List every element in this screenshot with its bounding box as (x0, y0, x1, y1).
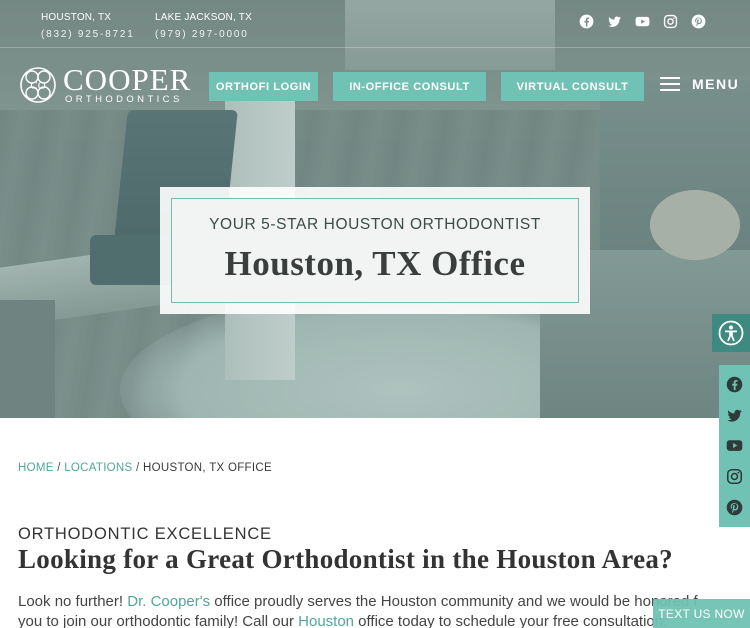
hero-title-card: YOUR 5-STAR HOUSTON ORTHODONTIST Houston… (160, 187, 590, 314)
logo-emblem-icon: CO (20, 67, 56, 103)
cooper-logo[interactable]: CO COOPER ORTHODONTICS (18, 62, 192, 108)
dr-cooper-link[interactable]: Dr. Cooper's (127, 593, 210, 610)
instagram-icon[interactable] (663, 14, 678, 29)
in-office-consult-button[interactable]: IN-OFFICE CONSULT (333, 72, 486, 101)
instagram-icon[interactable] (726, 468, 743, 485)
intro-line-2: you to join our orthodontic family! Call… (18, 612, 738, 628)
breadcrumb-home-link[interactable]: HOME (18, 462, 54, 474)
twitter-icon[interactable] (607, 14, 622, 29)
hamburger-icon (660, 76, 680, 92)
breadcrumb-locations-link[interactable]: LOCATIONS (64, 462, 132, 474)
breadcrumb-separator: / (136, 462, 140, 474)
breadcrumb: HOME / LOCATIONS / HOUSTON, TX OFFICE (18, 462, 272, 474)
accessibility-button[interactable] (712, 314, 750, 352)
location-phone[interactable]: (979) 297-0000 (155, 29, 252, 40)
pinterest-icon[interactable] (726, 499, 743, 516)
youtube-icon[interactable] (635, 14, 650, 29)
pinterest-icon[interactable] (691, 14, 706, 29)
intro-text: office proudly serves the Houston commun… (210, 593, 698, 610)
top-bar: HOUSTON, TX (832) 925-8721 LAKE JACKSON,… (0, 0, 750, 48)
breadcrumb-separator: / (57, 462, 61, 474)
menu-button[interactable]: MENU (660, 76, 739, 92)
intro-text: Look no further! (18, 593, 128, 610)
location-houston[interactable]: HOUSTON, TX (832) 925-8721 (41, 12, 135, 40)
section-eyebrow: ORTHODONTIC EXCELLENCE (18, 525, 272, 543)
text-us-now-button[interactable]: TEXT US NOW (653, 599, 750, 628)
virtual-consult-button[interactable]: VIRTUAL CONSULT (501, 72, 644, 101)
menu-label: MENU (692, 76, 740, 92)
intro-text: office today to schedule your free consu… (354, 613, 668, 628)
side-social-bar (719, 365, 750, 527)
breadcrumb-current: HOUSTON, TX OFFICE (143, 462, 272, 474)
location-city: LAKE JACKSON, TX (155, 12, 252, 23)
location-lake-jackson[interactable]: LAKE JACKSON, TX (979) 297-0000 (155, 12, 252, 40)
intro-text: you to join our orthodontic family! Call… (18, 613, 299, 628)
houston-link[interactable]: Houston (298, 613, 354, 628)
logo-brand: COOPER (63, 62, 192, 97)
svg-text:CO: CO (30, 80, 45, 92)
accessibility-icon (718, 320, 744, 346)
location-phone[interactable]: (832) 925-8721 (41, 29, 135, 40)
hero-title: Houston, TX Office (224, 244, 526, 283)
hero-kicker: YOUR 5-STAR HOUSTON ORTHODONTIST (209, 216, 541, 233)
intro-line-1: Look no further! Dr. Cooper's office pro… (18, 592, 738, 612)
hero-title-card-inner: YOUR 5-STAR HOUSTON ORTHODONTIST Houston… (171, 198, 579, 303)
header-social-links (579, 14, 706, 29)
facebook-icon[interactable] (726, 376, 743, 393)
location-city: HOUSTON, TX (41, 12, 112, 23)
youtube-icon[interactable] (726, 437, 743, 454)
twitter-icon[interactable] (726, 407, 743, 424)
page-heading: Looking for a Great Orthodontist in the … (18, 544, 673, 574)
orthofi-login-button[interactable]: ORTHOFI LOGIN (209, 72, 318, 101)
intro-paragraph: Look no further! Dr. Cooper's office pro… (18, 592, 738, 628)
logo-subtitle: ORTHODONTICS (65, 94, 183, 105)
facebook-icon[interactable] (579, 14, 594, 29)
